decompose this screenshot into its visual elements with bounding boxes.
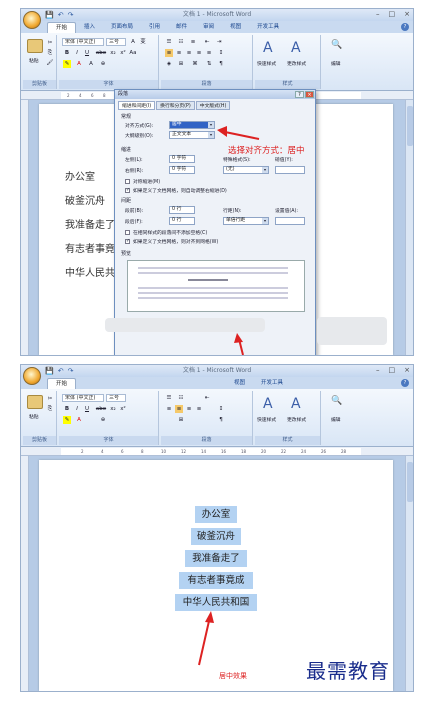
annotation-arrows xyxy=(198,611,214,666)
arrow-line xyxy=(198,620,210,666)
annotation-select-alignment: 选择对齐方式：居中 xyxy=(228,146,305,156)
watermark-text: 最需教育 xyxy=(306,659,390,683)
word-window-bottom: 文档 1 - Microsoft Word 💾 ↶ ↷ – □ × 开始 视图 … xyxy=(20,364,414,692)
arrow-head xyxy=(217,126,227,137)
word-window-top: 文档 1 - Microsoft Word 💾 ↶ ↷ – □ × 开始 插入 … xyxy=(20,8,414,356)
arrow-line xyxy=(224,131,260,140)
office-button[interactable] xyxy=(23,367,41,385)
arrow-head xyxy=(205,611,214,623)
annotation-arrows xyxy=(217,126,260,355)
arrow-head xyxy=(234,333,243,343)
office-button[interactable] xyxy=(23,11,41,29)
annotation-center-effect: 居中效果 xyxy=(219,672,247,680)
